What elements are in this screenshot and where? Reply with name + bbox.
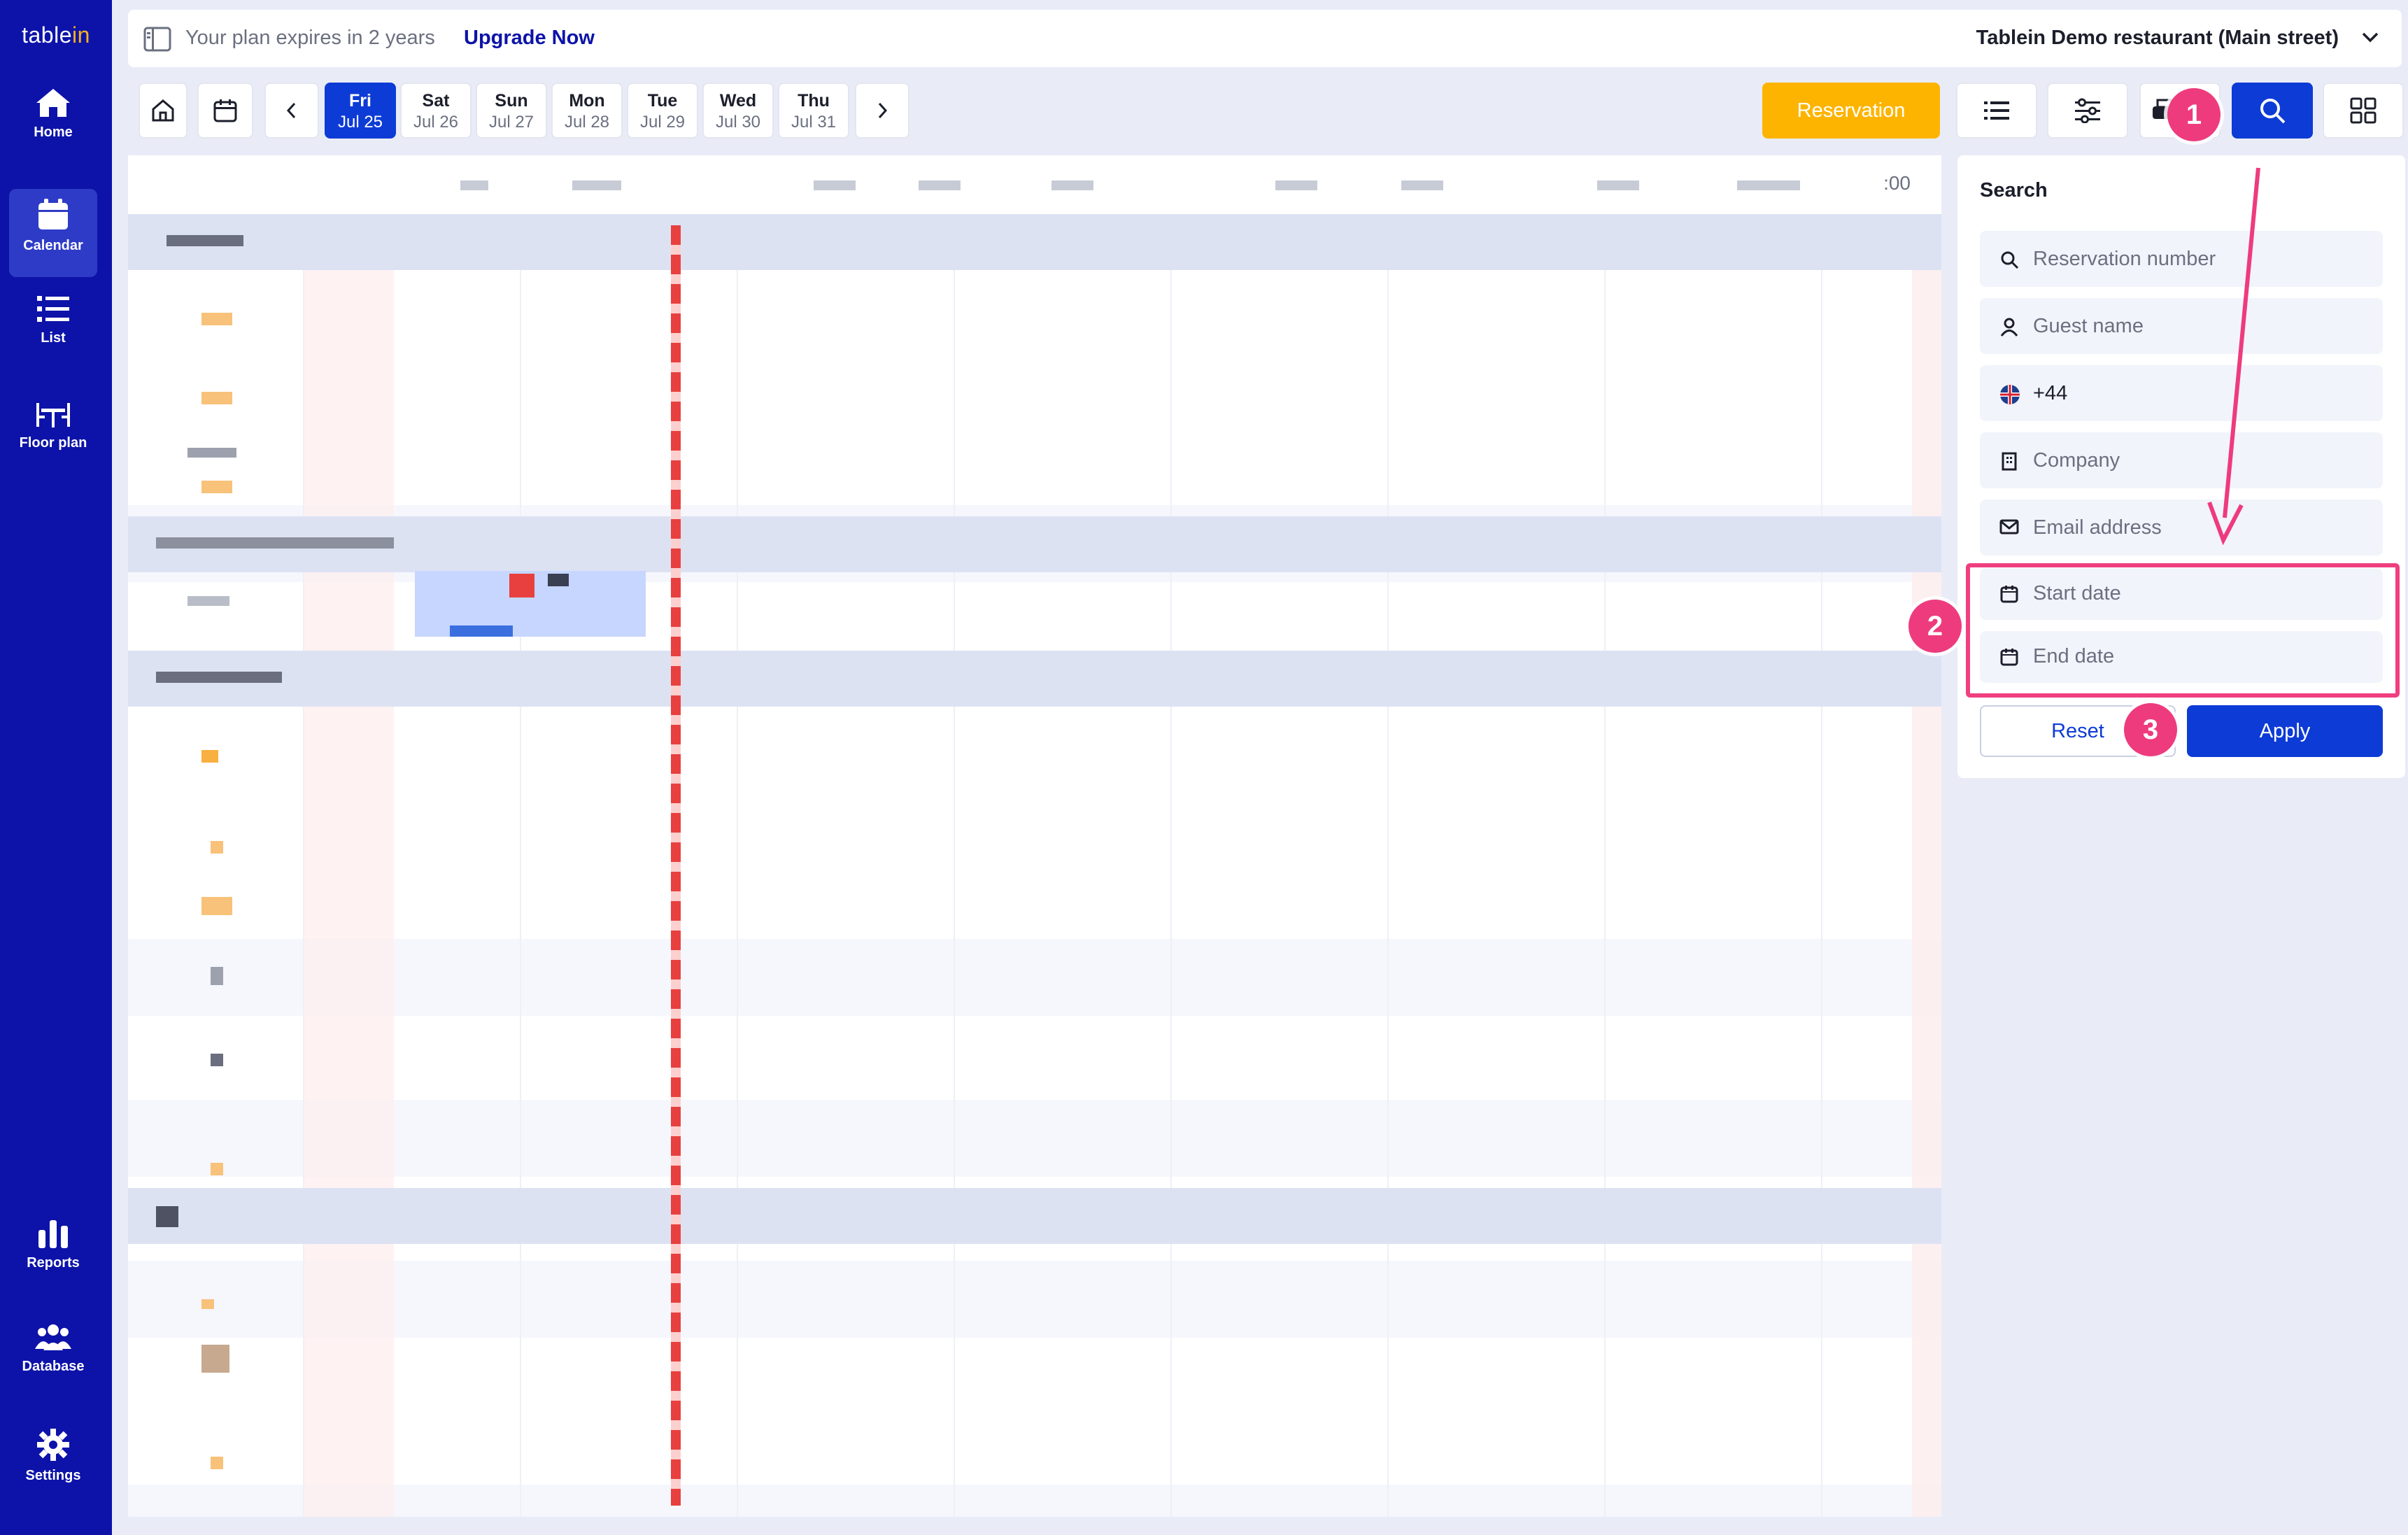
annotation-badge-1: 1 (2167, 88, 2221, 141)
annotation-highlight-box (1966, 563, 2400, 698)
annotation-badge-3: 3 (2124, 703, 2177, 756)
annotation-arrow (2207, 167, 2260, 546)
annotation-badge-2: 2 (1908, 600, 1962, 653)
